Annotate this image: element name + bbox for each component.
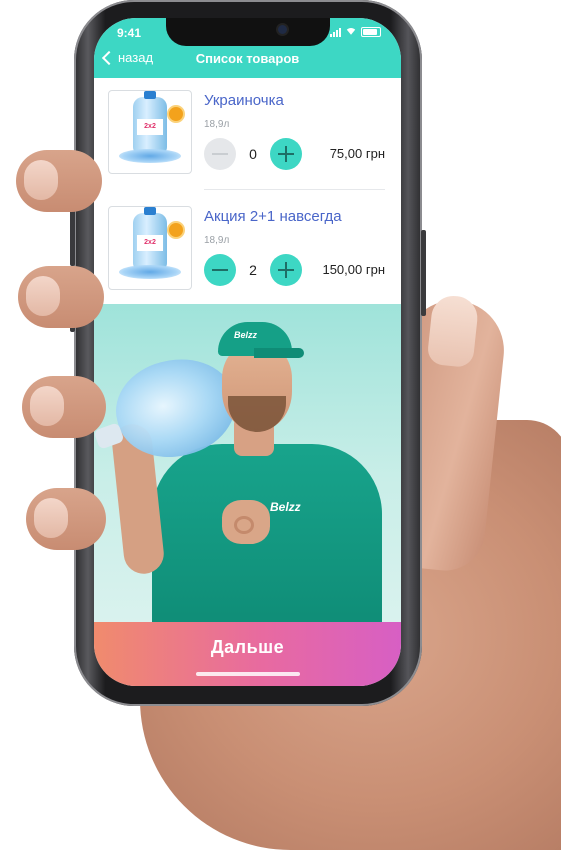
- product-price: 150,00 грн: [322, 262, 385, 277]
- cap-brand-logo: Belzz: [234, 330, 258, 340]
- next-button[interactable]: Дальше: [94, 622, 401, 686]
- fingernail: [34, 498, 68, 538]
- product-item[interactable]: 2x2 Акция 2+1 навсегда 18,9л 2 150,00 гр…: [94, 198, 401, 306]
- water-bottle-icon: 2x2: [133, 91, 167, 155]
- decrease-quantity-button[interactable]: [204, 138, 236, 170]
- courier-cap-brim: [254, 348, 304, 358]
- status-time: 9:41: [117, 26, 142, 40]
- product-image: 2x2: [108, 206, 192, 290]
- increase-quantity-button[interactable]: [270, 138, 302, 170]
- water-bottle-icon: 2x2: [133, 207, 167, 271]
- product-volume: 18,9л: [204, 119, 230, 130]
- plus-icon-vertical: [285, 262, 287, 278]
- fingernail: [24, 160, 58, 200]
- thumb-nail: [426, 293, 480, 369]
- product-name[interactable]: Украиночка: [204, 92, 284, 109]
- bottle-label: 2x2: [137, 119, 163, 135]
- status-icons: [330, 27, 381, 37]
- water-splash-icon: [119, 265, 181, 279]
- promo-delivery-image: Belzz Belzz: [94, 304, 401, 622]
- ok-gesture-ring: [234, 516, 254, 534]
- finger-index: [16, 150, 102, 212]
- minus-icon: [212, 269, 228, 271]
- product-image: 2x2: [108, 90, 192, 174]
- quantity-value: 0: [249, 146, 257, 162]
- shirt-brand-logo: Belzz: [270, 500, 301, 514]
- finger-ring: [22, 376, 106, 438]
- product-item[interactable]: 2x2 Украиночка 18,9л 0 75,00 грн: [94, 82, 401, 190]
- bottle-label: 2x2: [137, 235, 163, 251]
- finger-middle: [18, 266, 104, 328]
- minus-icon: [212, 153, 228, 155]
- phone-notch: [166, 18, 330, 46]
- orange-slice-icon: [167, 221, 185, 239]
- phone-power-button: [421, 230, 426, 316]
- quantity-value: 2: [249, 262, 257, 278]
- increase-quantity-button[interactable]: [270, 254, 302, 286]
- battery-icon: [361, 27, 381, 37]
- finger-little: [26, 488, 106, 550]
- product-volume: 18,9л: [204, 235, 230, 246]
- divider: [204, 189, 385, 190]
- product-price: 75,00 грн: [329, 146, 385, 161]
- camera-icon: [278, 25, 287, 34]
- home-indicator[interactable]: [196, 672, 300, 676]
- signal-icon: [330, 27, 341, 37]
- plus-icon-vertical: [285, 146, 287, 162]
- product-name[interactable]: Акция 2+1 навсегда: [204, 208, 342, 225]
- fingernail: [30, 386, 64, 426]
- phone-screen: 9:41 назад Список товаров 2x2 Украиночка…: [94, 18, 401, 686]
- orange-slice-icon: [167, 105, 185, 123]
- fingernail: [26, 276, 60, 316]
- page-title: Список товаров: [195, 51, 300, 66]
- water-splash-icon: [119, 149, 181, 163]
- phone-volume-up: [70, 210, 75, 266]
- decrease-quantity-button[interactable]: [204, 254, 236, 286]
- wifi-icon: [345, 28, 357, 37]
